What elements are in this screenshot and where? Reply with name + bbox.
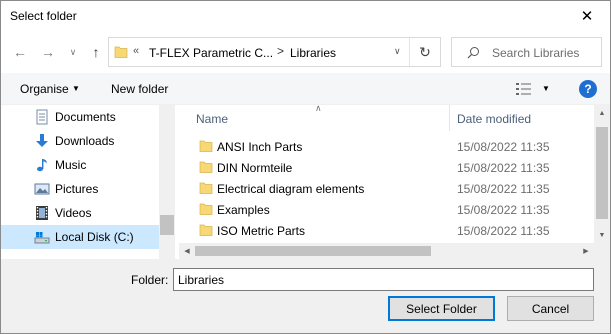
local-disk-icon [34, 232, 50, 244]
breadcrumb-segment[interactable]: Libraries [290, 46, 336, 60]
cancel-button[interactable]: Cancel [507, 296, 594, 321]
folder-icon [199, 203, 213, 215]
pictures-icon [34, 183, 50, 195]
nav-item-videos[interactable]: Videos [1, 201, 159, 225]
select-folder-dialog: Select folder ✕ ← → ∨ ↑ « T-FLEX Paramet… [0, 0, 611, 334]
refresh-icon: ↻ [419, 43, 431, 60]
file-date: 15/08/2022 11:35 [457, 224, 550, 238]
file-name: ISO Metric Parts [217, 224, 306, 238]
organise-button[interactable]: Organise [20, 82, 69, 96]
arrow-right-icon: → [41, 44, 55, 60]
nav-item-label: Local Disk (C:) [55, 230, 134, 244]
address-divider [409, 38, 410, 66]
breadcrumb-segment[interactable]: T-FLEX Parametric C... [149, 46, 273, 60]
file-list-vertical-scrollbar[interactable]: ▲ ▼ [594, 105, 610, 259]
file-date: 15/08/2022 11:35 [457, 140, 550, 154]
address-dropdown-icon[interactable]: ∨ [394, 46, 401, 57]
nav-pane-scrollbar[interactable] [159, 105, 175, 259]
select-folder-button[interactable]: Select Folder [388, 296, 495, 321]
nav-item-label: Pictures [55, 182, 99, 196]
file-list-horizontal-scrollbar[interactable]: ◀ ▶ [179, 243, 594, 259]
file-date: 15/08/2022 11:35 [457, 182, 550, 196]
folder-label: Folder: [131, 273, 169, 287]
list-item[interactable]: Examples 15/08/2022 11:35 [179, 199, 594, 220]
new-folder-button[interactable]: New folder [111, 82, 168, 96]
nav-item-label: Downloads [55, 134, 115, 148]
view-dropdown-icon[interactable]: ▼ [542, 84, 550, 93]
folder-name-input[interactable] [173, 268, 594, 291]
folder-icon [199, 161, 213, 173]
downloads-icon [36, 134, 48, 147]
file-name: Examples [217, 203, 270, 217]
column-header-date-modified[interactable]: Date modified [457, 112, 531, 126]
nav-item-music[interactable]: Music [1, 153, 159, 177]
list-item[interactable]: ISO Metric Parts 15/08/2022 11:35 [179, 220, 594, 241]
window-title: Select folder [10, 9, 77, 23]
arrow-up-icon: ↑ [92, 44, 100, 60]
column-divider[interactable] [449, 105, 450, 131]
title-bar: Select folder ✕ [1, 1, 610, 31]
file-name: Electrical diagram elements [217, 182, 365, 196]
search-box[interactable]: Search Libraries [451, 37, 602, 67]
help-button[interactable]: ? [579, 80, 597, 98]
list-item[interactable]: Electrical diagram elements 15/08/2022 1… [179, 178, 594, 199]
scrollbar-thumb[interactable] [596, 127, 608, 219]
breadcrumb-separator[interactable]: > [277, 44, 284, 58]
file-date: 15/08/2022 11:35 [457, 203, 550, 217]
recent-locations-button[interactable]: ∨ [63, 42, 83, 62]
column-header-row: Name ∧ Date modified [179, 105, 594, 131]
forward-button[interactable]: → [38, 42, 58, 62]
file-name: DIN Normteile [217, 161, 293, 175]
back-button[interactable]: ← [10, 42, 30, 62]
nav-item-label: Music [55, 158, 87, 172]
close-icon: ✕ [580, 8, 594, 25]
nav-item-label: Documents [55, 110, 116, 124]
documents-icon [36, 109, 48, 125]
search-placeholder: Search Libraries [492, 46, 580, 60]
up-button[interactable]: ↑ [86, 42, 106, 62]
folder-icon [199, 140, 213, 152]
scroll-right-icon[interactable]: ▶ [578, 243, 594, 259]
navigation-row: ← → ∨ ↑ « T-FLEX Parametric C... > Libra… [1, 37, 610, 67]
column-header-name[interactable]: Name [196, 112, 228, 126]
nav-item-pictures[interactable]: Pictures [1, 177, 159, 201]
command-toolbar: Organise ▼ New folder ▼ ? [1, 73, 610, 105]
view-options-icon[interactable] [516, 82, 532, 96]
close-button[interactable]: ✕ [564, 1, 610, 31]
nav-item-local-disk[interactable]: Local Disk (C:) [1, 225, 159, 249]
folder-icon [114, 46, 128, 58]
nav-item-downloads[interactable]: Downloads [1, 129, 159, 153]
nav-item-documents[interactable]: Documents [1, 105, 159, 129]
nav-item-label: Videos [55, 206, 92, 220]
file-date: 15/08/2022 11:35 [457, 161, 550, 175]
file-name: ANSI Inch Parts [217, 140, 303, 154]
arrow-left-icon: ← [13, 44, 27, 60]
folder-icon [199, 224, 213, 236]
address-overflow-chevron[interactable]: « [133, 45, 139, 57]
organise-dropdown-icon[interactable]: ▼ [72, 84, 80, 93]
folder-icon [199, 182, 213, 194]
list-item[interactable]: DIN Normteile 15/08/2022 11:35 [179, 157, 594, 178]
sort-ascending-icon: ∧ [315, 105, 322, 113]
chevron-down-icon: ∨ [69, 46, 77, 57]
file-list: Name ∧ Date modified ANSI Inch Parts 15/… [179, 105, 610, 259]
scrollbar-thumb[interactable] [195, 246, 431, 256]
videos-icon [36, 206, 48, 220]
scroll-up-icon[interactable]: ▲ [594, 105, 610, 121]
navigation-pane: Documents Downloads Music Pictures Video… [1, 105, 175, 259]
scroll-left-icon[interactable]: ◀ [179, 243, 195, 259]
music-icon [37, 159, 47, 172]
search-icon [467, 47, 479, 59]
refresh-button[interactable]: ↻ [415, 43, 435, 61]
scrollbar-thumb[interactable] [160, 215, 174, 235]
address-bar[interactable]: « T-FLEX Parametric C... > Libraries ∨ ↻ [108, 37, 441, 67]
scroll-down-icon[interactable]: ▼ [594, 227, 610, 243]
dialog-footer: Folder: Select Folder Cancel [1, 259, 610, 333]
list-item[interactable]: ANSI Inch Parts 15/08/2022 11:35 [179, 136, 594, 157]
